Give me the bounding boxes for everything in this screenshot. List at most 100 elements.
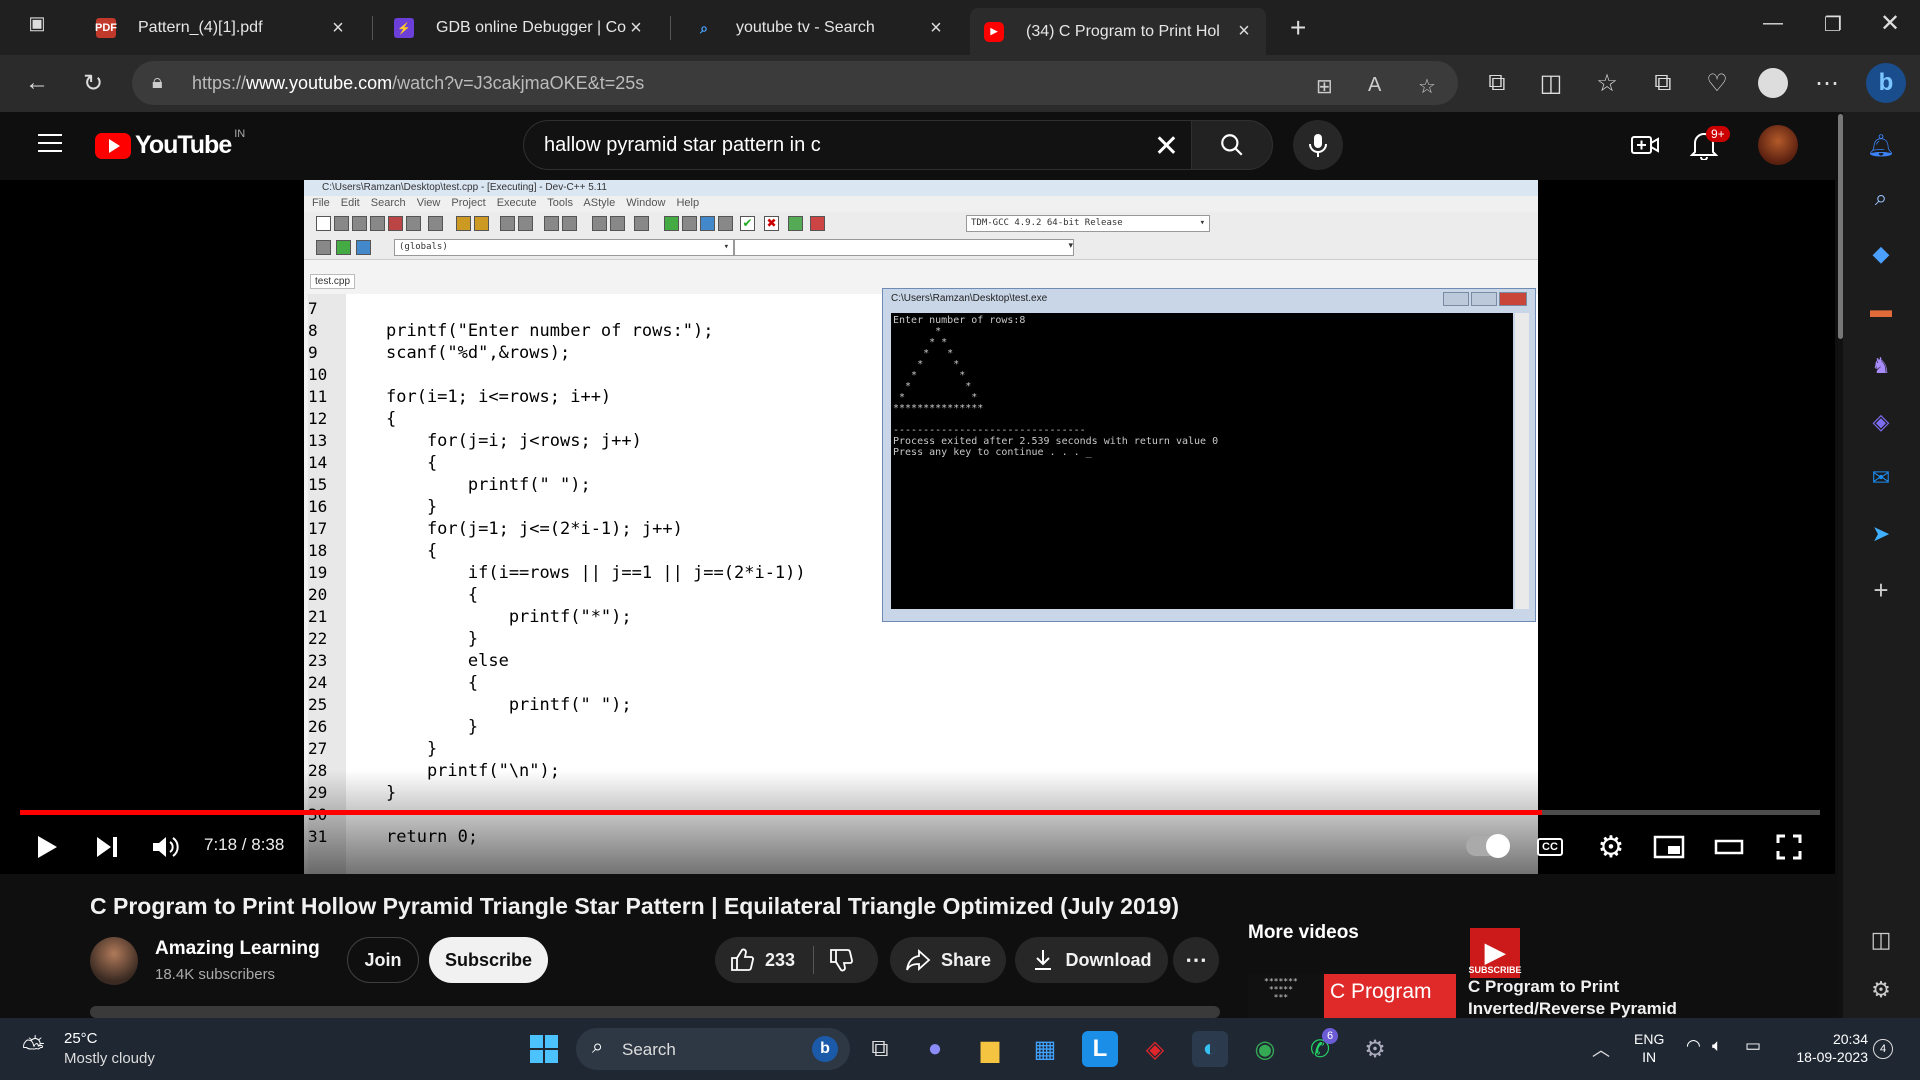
close-icon[interactable]: × <box>926 17 946 40</box>
lock-icon[interactable]: 🔒︎ <box>152 71 163 94</box>
weather-temperature[interactable]: 25°C <box>64 1030 98 1047</box>
next-button[interactable] <box>94 830 120 864</box>
close-icon[interactable]: × <box>626 17 646 40</box>
console-window: C:\Users\Ramzan\Desktop\test.exe Enter n… <box>882 288 1536 622</box>
bing-icon: b <box>812 1036 838 1062</box>
teams-chat-icon[interactable]: ● <box>917 1031 953 1067</box>
file-explorer-icon[interactable]: ▆ <box>972 1031 1008 1067</box>
copilot-icon[interactable]: ◈ <box>1865 406 1897 438</box>
more-options-icon[interactable]: ⋯ <box>1810 66 1844 100</box>
more-actions-button[interactable]: ⋯ <box>1173 937 1219 983</box>
cloud-sun-icon[interactable]: ⛅︎ <box>22 1032 44 1065</box>
create-video-button[interactable] <box>1630 130 1660 165</box>
clock[interactable]: 20:34 18-09-2023 <box>1788 1030 1868 1066</box>
progress-bar[interactable] <box>20 810 1820 815</box>
input-language[interactable]: ENG IN <box>1634 1030 1664 1066</box>
taskbar-search[interactable]: ⌕ Search b <box>576 1028 850 1070</box>
tab-pdf[interactable]: PDF Pattern_(4)[1].pdf × <box>82 8 360 48</box>
url-field[interactable]: 🔒︎ https://www.youtube.com/watch?v=J3cak… <box>132 61 1458 105</box>
games-icon[interactable]: ♞ <box>1865 350 1897 382</box>
profile-icon[interactable] <box>1756 66 1790 100</box>
video-player[interactable]: C:\Users\Ramzan\Desktop\test.cpp - [Exec… <box>0 180 1835 978</box>
tab-youtube-active[interactable]: ▶ (34) C Program to Print Hol × <box>970 8 1266 55</box>
settings-icon[interactable]: ⚙ <box>1357 1031 1393 1067</box>
like-button[interactable]: 233 <box>729 947 795 973</box>
tab-label: GDB online Debugger | Cor <box>436 19 626 36</box>
browser-essentials-icon[interactable]: ♡ <box>1700 66 1734 100</box>
favorite-star-icon[interactable]: ☆ <box>1418 74 1436 99</box>
microsoft-store-icon[interactable]: ▦ <box>1027 1031 1063 1067</box>
channel-name[interactable]: Amazing Learning <box>155 938 320 960</box>
code-text: else <box>386 651 509 671</box>
tools-icon[interactable]: ▬ <box>1865 294 1897 326</box>
search-input[interactable]: hallow pyramid star pattern in c ✕ <box>523 120 1191 170</box>
console-window-buttons <box>1443 292 1527 306</box>
tab-search[interactable]: ⌕ youtube tv - Search × <box>680 8 958 48</box>
clear-search-icon[interactable]: ✕ <box>1154 129 1179 164</box>
bell-icon[interactable]: 🔔︎ <box>1865 130 1897 162</box>
fullscreen-button[interactable] <box>1772 830 1806 864</box>
close-window-icon[interactable]: ✕ <box>1875 9 1905 38</box>
line-number: 18 <box>308 541 328 560</box>
send-icon[interactable]: ➤ <box>1865 518 1897 550</box>
close-icon[interactable]: × <box>1234 20 1254 43</box>
join-button[interactable]: Join <box>347 937 419 983</box>
close-icon[interactable]: × <box>328 17 348 40</box>
related-video-title[interactable]: C Program to Print Inverted/Reverse Pyra… <box>1468 976 1688 1018</box>
read-aloud-icon[interactable]: A <box>1368 74 1381 97</box>
play-button[interactable] <box>34 830 60 864</box>
tag-icon[interactable]: ◆ <box>1865 238 1897 270</box>
theater-mode-button[interactable] <box>1712 830 1746 864</box>
settings-icon[interactable]: ⚙ <box>1865 974 1897 1006</box>
outlook-icon[interactable]: ✉ <box>1865 462 1897 494</box>
minimize-icon[interactable]: — <box>1758 12 1788 35</box>
edge-icon[interactable]: ◐ <box>1192 1031 1228 1067</box>
account-avatar[interactable] <box>1758 125 1798 165</box>
new-tab-button[interactable]: + <box>1290 12 1306 44</box>
bolt-icon: ⚡ <box>394 18 414 38</box>
weather-description[interactable]: Mostly cloudy <box>64 1050 155 1067</box>
start-button[interactable] <box>526 1031 562 1067</box>
autoplay-toggle[interactable] <box>1466 834 1510 858</box>
miniplayer-button[interactable] <box>1652 830 1686 864</box>
wifi-icon[interactable]: ◠ <box>1686 1036 1701 1056</box>
split-screen-icon[interactable]: ◫ <box>1534 66 1568 100</box>
share-button[interactable]: Share <box>890 937 1006 983</box>
battery-icon[interactable]: ▭ <box>1745 1036 1761 1056</box>
insert-icon <box>336 240 351 255</box>
restore-icon[interactable]: ❐ <box>1818 12 1848 37</box>
search-icon[interactable]: ⌕ <box>1865 182 1897 214</box>
add-icon[interactable]: + <box>1865 574 1897 606</box>
youtube-logo[interactable]: YouTube IN <box>95 128 245 160</box>
voice-search-button[interactable] <box>1293 120 1343 170</box>
tab-gdb[interactable]: ⚡ GDB online Debugger | Cor × <box>380 8 658 48</box>
speaker-icon[interactable]: 🔈︎ <box>1712 1036 1722 1056</box>
settings-button[interactable]: ⚙ <box>1594 830 1628 864</box>
subscribe-watermark[interactable]: ▶ SUBSCRIBE <box>1469 928 1522 978</box>
show-hidden-icons-icon[interactable]: ︿ <box>1592 1036 1610 1062</box>
subscribe-button[interactable]: Subscribe <box>429 937 548 983</box>
bing-copilot-icon[interactable]: b <box>1866 63 1906 103</box>
refresh-icon[interactable]: ↻ <box>76 66 110 100</box>
task-view-icon[interactable]: ⧉ <box>862 1031 898 1067</box>
favorites-icon[interactable]: ☆ <box>1590 66 1624 100</box>
notification-center-badge[interactable]: 4 <box>1873 1039 1893 1059</box>
related-video-thumbnail[interactable]: ******* ***** *** C Program <box>1248 974 1456 1018</box>
console-output: Enter number of rows:8 * * * * * * * * *… <box>891 313 1513 609</box>
app-available-icon[interactable]: ⊞ <box>1316 74 1333 99</box>
menu-icon[interactable] <box>38 134 62 154</box>
volume-button[interactable] <box>150 830 180 864</box>
search-button[interactable] <box>1191 120 1273 170</box>
extensions-icon[interactable]: ⧉ <box>1480 66 1514 100</box>
l-app-icon[interactable]: L <box>1082 1031 1118 1067</box>
mcafee-icon[interactable]: ◈ <box>1137 1031 1173 1067</box>
tab-actions-icon[interactable]: ▣ <box>22 13 52 34</box>
subtitles-button[interactable]: CC <box>1535 830 1565 864</box>
sidebar-toggle-icon[interactable]: ◫ <box>1865 924 1897 956</box>
channel-avatar[interactable] <box>90 937 138 985</box>
dislike-button[interactable] <box>828 947 854 973</box>
chrome-icon[interactable]: ◉ <box>1247 1031 1283 1067</box>
collections-icon[interactable]: ⧉ <box>1646 66 1680 100</box>
download-button[interactable]: Download <box>1015 937 1168 983</box>
back-icon[interactable]: ← <box>20 66 54 100</box>
